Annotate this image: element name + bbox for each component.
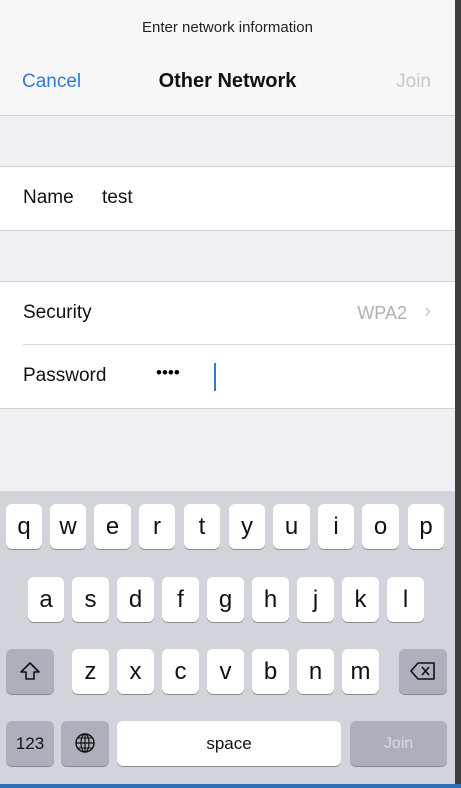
- key-s[interactable]: s: [72, 577, 109, 622]
- key-f[interactable]: f: [162, 577, 199, 622]
- key-q[interactable]: q: [6, 504, 42, 549]
- key-b[interactable]: b: [252, 649, 289, 694]
- keyboard: q w e r t y u i o p a s d f g h j k l z …: [0, 491, 455, 784]
- key-k[interactable]: k: [342, 577, 379, 622]
- space-key[interactable]: space: [117, 721, 341, 766]
- name-field[interactable]: test: [102, 187, 133, 209]
- shift-icon: [20, 662, 40, 680]
- navigation-bar: Enter network information Cancel Other N…: [0, 0, 455, 116]
- key-c[interactable]: c: [162, 649, 199, 694]
- key-g[interactable]: g: [207, 577, 244, 622]
- key-e[interactable]: e: [94, 504, 131, 549]
- delete-icon: [410, 662, 435, 680]
- key-m[interactable]: m: [342, 649, 379, 694]
- key-p[interactable]: p: [408, 504, 444, 549]
- password-row[interactable]: Password ••••: [0, 345, 455, 409]
- chevron-right-icon: ›: [424, 301, 431, 322]
- globe-icon: [75, 733, 95, 753]
- prompt-text: Enter network information: [142, 19, 313, 36]
- password-field[interactable]: ••••: [156, 363, 180, 383]
- key-r[interactable]: r: [139, 504, 175, 549]
- name-label: Name: [23, 187, 74, 208]
- key-l[interactable]: l: [387, 577, 424, 622]
- page-title: Other Network: [158, 70, 297, 92]
- globe-key[interactable]: [61, 721, 109, 766]
- key-w[interactable]: w: [50, 504, 86, 549]
- keyboard-join-key[interactable]: Join: [350, 721, 447, 766]
- key-y[interactable]: y: [229, 504, 265, 549]
- screen: Enter network information Cancel Other N…: [0, 0, 455, 784]
- security-row[interactable]: Security WPA2 ›: [0, 281, 455, 345]
- security-value: WPA2: [357, 303, 407, 323]
- key-h[interactable]: h: [252, 577, 289, 622]
- numbers-key[interactable]: 123: [6, 721, 54, 766]
- key-x[interactable]: x: [117, 649, 154, 694]
- window-bottom-edge: [0, 784, 461, 788]
- password-label: Password: [23, 365, 107, 386]
- key-a[interactable]: a: [28, 577, 64, 622]
- key-d[interactable]: d: [117, 577, 154, 622]
- name-row[interactable]: Name test: [0, 166, 455, 231]
- key-i[interactable]: i: [318, 504, 354, 549]
- security-label: Security: [23, 302, 92, 323]
- key-v[interactable]: v: [207, 649, 244, 694]
- text-cursor: [214, 363, 216, 391]
- key-z[interactable]: z: [72, 649, 109, 694]
- window-edge: [455, 0, 461, 788]
- key-n[interactable]: n: [297, 649, 334, 694]
- key-j[interactable]: j: [297, 577, 334, 622]
- key-t[interactable]: t: [184, 504, 220, 549]
- delete-key[interactable]: [399, 649, 447, 694]
- key-u[interactable]: u: [273, 504, 310, 549]
- join-button[interactable]: Join: [396, 71, 431, 93]
- shift-key[interactable]: [6, 649, 54, 694]
- key-o[interactable]: o: [362, 504, 399, 549]
